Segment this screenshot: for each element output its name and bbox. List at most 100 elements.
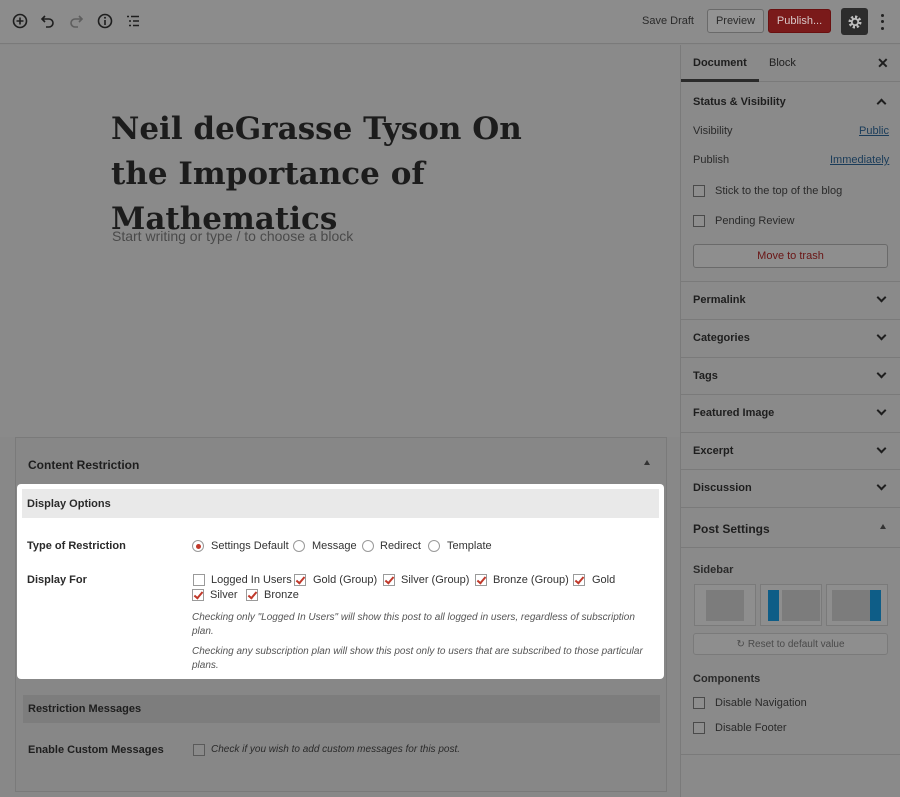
more-vertical-icon[interactable] xyxy=(876,12,888,32)
radio-message-label: Message xyxy=(312,540,357,552)
preview-button[interactable]: Preview xyxy=(707,9,764,33)
content-restriction-title: Content Restriction xyxy=(28,458,140,472)
divider xyxy=(681,547,900,548)
layout-right-sidebar[interactable] xyxy=(826,584,888,626)
pending-review-checkbox[interactable] xyxy=(693,215,705,227)
display-for-note-1: Checking only "Logged In Users" will sho… xyxy=(192,612,635,637)
panel-categories-title: Categories xyxy=(693,332,750,344)
components-label: Components xyxy=(693,673,761,685)
disable-navigation-label: Disable Navigation xyxy=(715,697,807,709)
gear-icon[interactable] xyxy=(841,8,868,35)
chevron-up-icon[interactable] xyxy=(876,98,887,109)
restriction-messages-header: Restriction Messages xyxy=(23,695,660,723)
layout-page-block xyxy=(782,590,820,621)
checkbox-bronze-group-label: Bronze (Group) xyxy=(493,574,569,586)
checkbox-gold[interactable] xyxy=(573,574,585,586)
panel-featured-image-title: Featured Image xyxy=(693,407,775,419)
post-settings-title: Post Settings xyxy=(693,522,770,536)
checkbox-bronze-group[interactable] xyxy=(475,574,487,586)
layout-page-block xyxy=(706,590,744,621)
redo-icon[interactable] xyxy=(67,12,85,30)
panel-excerpt[interactable]: Excerpt xyxy=(681,432,900,470)
panel-permalink-title: Permalink xyxy=(693,294,746,306)
checkbox-silver[interactable] xyxy=(192,589,204,601)
editor-canvas: Neil deGrasse Tyson On the Importance of… xyxy=(0,45,680,437)
layout-no-sidebar[interactable] xyxy=(694,584,756,626)
move-to-trash-button[interactable]: Move to trash xyxy=(693,244,888,268)
post-title[interactable]: Neil deGrasse Tyson On the Importance of… xyxy=(111,107,581,242)
visibility-value-link[interactable]: Public xyxy=(859,125,889,137)
radio-settings-default[interactable] xyxy=(192,540,204,552)
panel-featured-image[interactable]: Featured Image xyxy=(681,394,900,432)
chevron-down-icon xyxy=(876,292,887,303)
checkbox-bronze-label: Bronze xyxy=(264,589,299,601)
tab-document[interactable]: Document xyxy=(693,57,747,69)
sidebar-tabs: Document Block ✕ xyxy=(681,45,900,82)
visibility-label: Visibility xyxy=(693,125,733,137)
info-icon[interactable] xyxy=(96,12,114,30)
sidebar-layout-label: Sidebar xyxy=(693,564,734,576)
display-options-title: Display Options xyxy=(27,498,111,510)
publish-label: Publish xyxy=(693,154,730,166)
radio-template[interactable] xyxy=(428,540,440,552)
radio-redirect[interactable] xyxy=(362,540,374,552)
disable-footer-checkbox[interactable] xyxy=(693,722,705,734)
editor-toolbar: Save Draft Preview Publish... xyxy=(0,0,900,44)
chevron-down-icon xyxy=(876,480,887,491)
add-block-icon[interactable] xyxy=(11,12,29,30)
checkbox-silver-group-label: Silver (Group) xyxy=(401,574,470,586)
tab-block[interactable]: Block xyxy=(769,57,796,69)
display-for-note-2: Checking any subscription plan will show… xyxy=(192,646,643,671)
panel-tags-title: Tags xyxy=(693,370,718,382)
reset-icon: ↻ xyxy=(736,638,745,650)
chevron-down-icon xyxy=(876,368,887,379)
checkbox-silver-group[interactable] xyxy=(383,574,395,586)
publish-date-link[interactable]: Immediately xyxy=(830,154,889,166)
reset-default-button[interactable]: ↻ Reset to default value xyxy=(693,633,888,655)
disable-footer-label: Disable Footer xyxy=(715,722,787,734)
radio-settings-default-label: Settings Default xyxy=(211,540,289,552)
disable-navigation-checkbox[interactable] xyxy=(693,697,705,709)
status-visibility-title[interactable]: Status & Visibility xyxy=(693,96,786,108)
checkbox-logged-in-users[interactable] xyxy=(193,574,205,586)
type-of-restriction-label: Type of Restriction xyxy=(27,540,126,552)
radio-redirect-label: Redirect xyxy=(380,540,421,552)
custom-messages-checkbox[interactable] xyxy=(193,744,205,756)
panel-tags[interactable]: Tags xyxy=(681,357,900,395)
divider xyxy=(681,754,900,755)
save-draft-button[interactable]: Save Draft xyxy=(642,15,694,27)
sticky-label: Stick to the top of the blog xyxy=(715,185,843,197)
pending-review-label: Pending Review xyxy=(715,215,795,227)
publish-button[interactable]: Publish... xyxy=(768,9,831,33)
checkbox-logged-in-users-label: Logged In Users xyxy=(211,574,292,586)
radio-message[interactable] xyxy=(293,540,305,552)
collapse-caret-icon[interactable] xyxy=(644,460,650,465)
checkbox-gold-group[interactable] xyxy=(294,574,306,586)
block-placeholder[interactable]: Start writing or type / to choose a bloc… xyxy=(112,228,353,244)
outline-icon[interactable] xyxy=(124,12,142,30)
chevron-down-icon xyxy=(876,443,887,454)
panel-post-settings[interactable]: Post Settings xyxy=(681,507,900,547)
panel-discussion[interactable]: Discussion xyxy=(681,469,900,507)
panel-permalink[interactable]: Permalink xyxy=(681,281,900,319)
settings-sidebar: Document Block ✕ Status & Visibility Vis… xyxy=(680,45,900,797)
collapse-caret-icon xyxy=(880,524,886,529)
radio-template-label: Template xyxy=(447,540,492,552)
undo-icon[interactable] xyxy=(39,12,57,30)
restriction-messages-title: Restriction Messages xyxy=(28,703,142,715)
panel-categories[interactable]: Categories xyxy=(681,319,900,357)
sticky-checkbox[interactable] xyxy=(693,185,705,197)
display-options-panel: Display Options Type of Restriction Sett… xyxy=(17,484,664,679)
reset-default-label: Reset to default value xyxy=(747,638,845,650)
display-for-label: Display For xyxy=(27,574,87,586)
chevron-down-icon xyxy=(876,405,887,416)
close-icon[interactable]: ✕ xyxy=(877,55,889,72)
checkbox-silver-label: Silver xyxy=(210,589,238,601)
panel-excerpt-title: Excerpt xyxy=(693,445,734,457)
panel-discussion-title: Discussion xyxy=(693,482,752,494)
checkbox-gold-label: Gold xyxy=(592,574,616,586)
enable-custom-messages-label: Enable Custom Messages xyxy=(28,744,164,756)
checkbox-gold-group-label: Gold (Group) xyxy=(313,574,378,586)
layout-left-sidebar[interactable] xyxy=(760,584,822,626)
checkbox-bronze[interactable] xyxy=(246,589,258,601)
